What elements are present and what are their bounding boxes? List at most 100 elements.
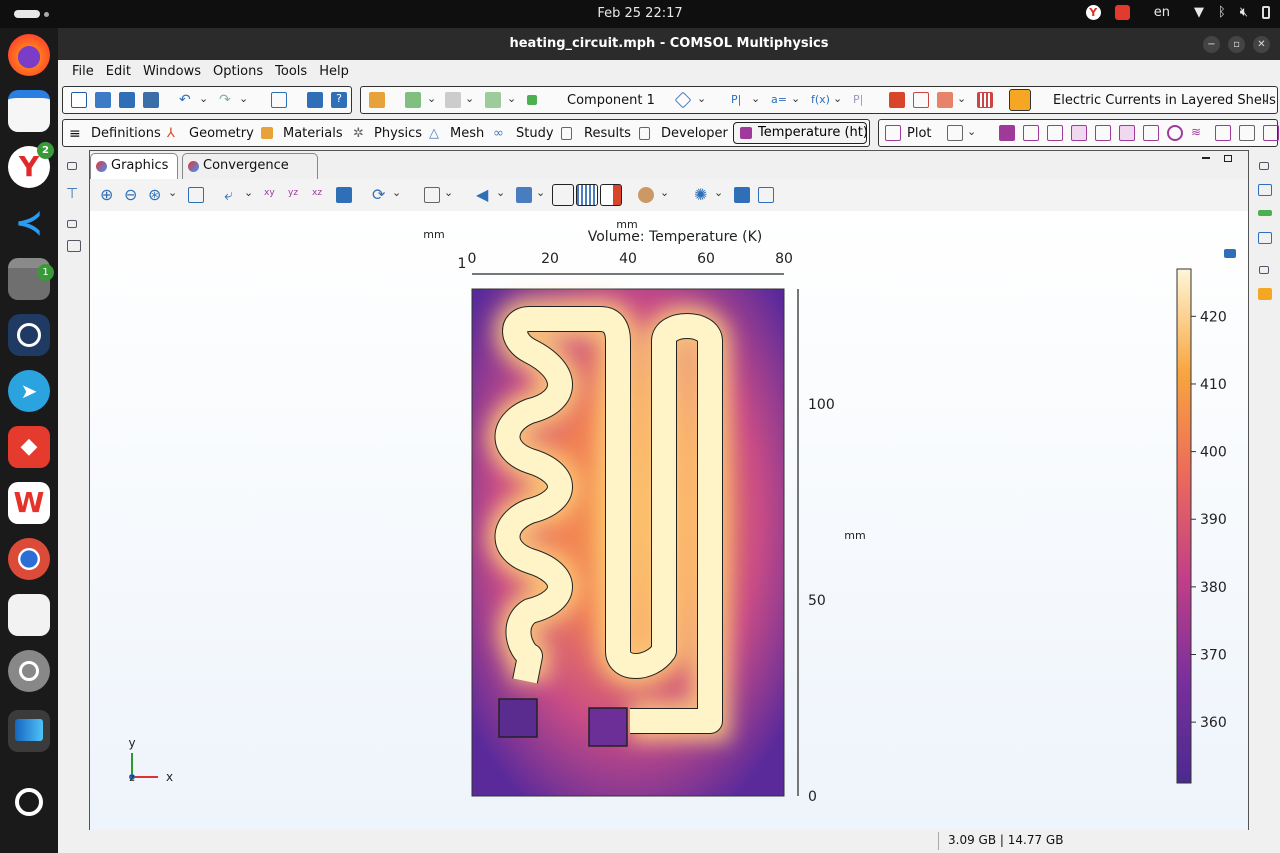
restore-pane-icon[interactable] — [67, 220, 77, 228]
volume-plot-icon[interactable] — [999, 125, 1015, 141]
reset-view-icon[interactable]: ✺ — [694, 185, 707, 204]
window-titlebar[interactable]: heating_circuit.mph - COMSOL Multiphysic… — [58, 28, 1280, 60]
save-icon[interactable] — [143, 92, 159, 108]
menu-help[interactable]: Help — [313, 64, 355, 79]
help-icon[interactable]: ? — [331, 92, 347, 108]
minimize-pane-icon[interactable] — [1202, 157, 1210, 159]
chevron-down-icon[interactable]: ⌄ — [239, 92, 248, 105]
chevron-down-icon[interactable]: ⌄ — [168, 186, 177, 199]
plot-icon[interactable] — [885, 125, 901, 141]
chevron-down-icon[interactable]: ⌄ — [199, 92, 208, 105]
wifi-icon[interactable]: ▼ — [1194, 5, 1204, 20]
settings-icon[interactable] — [8, 650, 50, 692]
chevron-down-icon[interactable]: ⌄ — [957, 92, 966, 105]
tab-temperature-ht[interactable]: Temperature (ht) — [733, 122, 868, 144]
component-selector[interactable]: Component 1 — [567, 93, 655, 108]
telegram-icon[interactable]: ➤ — [8, 370, 50, 412]
variables-icon[interactable]: a= — [771, 93, 787, 106]
restore-pane-icon[interactable] — [1259, 162, 1269, 170]
wps-office-icon[interactable]: W — [8, 482, 50, 524]
anydesk-icon[interactable]: ◆ — [8, 426, 50, 468]
arrow-volume-icon[interactable] — [1095, 125, 1111, 141]
new-file-icon[interactable] — [71, 92, 87, 108]
chevron-down-icon[interactable]: ⌄ — [536, 186, 545, 199]
menu-options[interactable]: Options — [207, 64, 269, 79]
progress-icon[interactable] — [1258, 210, 1272, 216]
mesh-icon[interactable] — [937, 92, 953, 108]
menu-windows[interactable]: Windows — [137, 64, 207, 79]
chevron-down-icon[interactable]: ⌄ — [697, 92, 706, 105]
tab-study[interactable]: Study — [516, 126, 554, 141]
zoom-out-icon[interactable]: ⊖ — [124, 185, 137, 204]
add-material-icon[interactable] — [1258, 288, 1272, 300]
maximize-button[interactable]: ▫ — [1228, 36, 1245, 53]
tab-definitions[interactable]: Definitions — [91, 126, 161, 141]
colorbar[interactable] — [1176, 268, 1192, 784]
chevron-down-icon[interactable]: ⌄ — [967, 125, 976, 138]
clock-app-icon[interactable] — [8, 314, 50, 356]
menu-edit[interactable]: Edit — [100, 64, 137, 79]
contour-icon[interactable] — [1143, 125, 1159, 141]
zoom-in-icon[interactable]: ⊕ — [100, 185, 113, 204]
light-icon[interactable]: ◀ — [476, 185, 488, 204]
graphics-canvas[interactable]: mm mm Volume: Temperature (K) mm 1 0 20 40 6… — [90, 211, 1248, 830]
add-component-icon[interactable] — [405, 92, 421, 108]
view-axes-icon[interactable]: ⤶ — [224, 185, 233, 205]
chevron-down-icon[interactable]: ⌄ — [465, 92, 474, 105]
rotate-icon[interactable]: ⟳ — [372, 185, 385, 204]
surface-plot-icon[interactable] — [1047, 125, 1063, 141]
geometry-icon[interactable] — [674, 91, 692, 109]
volume-muted-icon[interactable]: 🔇︎ — [1240, 5, 1248, 20]
restore-pane-icon[interactable] — [1259, 266, 1269, 274]
image-export-icon[interactable] — [1239, 125, 1255, 141]
application-builder-icon[interactable] — [369, 92, 385, 108]
minimize-button[interactable]: − — [1203, 36, 1220, 53]
tab-mesh[interactable]: Mesh — [450, 126, 484, 141]
chevron-down-icon[interactable]: ⌄ — [833, 92, 842, 105]
print-icon[interactable] — [758, 187, 774, 203]
tab-results[interactable]: Results — [584, 126, 631, 141]
settings-pane-icon[interactable] — [67, 240, 81, 252]
tab-physics[interactable]: Physics — [374, 126, 422, 141]
menu-tools[interactable]: Tools — [269, 64, 313, 79]
isosurface-icon[interactable] — [1071, 125, 1087, 141]
text-editor-icon[interactable] — [8, 90, 50, 132]
view-3d-icon[interactable] — [336, 187, 352, 203]
functions-icon[interactable]: f(x) — [811, 93, 830, 106]
book-icon[interactable] — [307, 92, 323, 108]
tab-materials[interactable]: Materials — [283, 126, 343, 141]
firefox-icon[interactable] — [8, 34, 50, 76]
messages-icon[interactable] — [1258, 184, 1272, 196]
scene-icon[interactable] — [1224, 249, 1236, 258]
language-indicator[interactable]: en — [1154, 5, 1170, 20]
parameters-icon[interactable]: P| — [731, 93, 741, 106]
undo-icon[interactable]: ↶ — [179, 92, 195, 108]
streamline-icon[interactable] — [1119, 125, 1135, 141]
add-physics-icon[interactable] — [445, 92, 461, 108]
window-icon[interactable] — [271, 92, 287, 108]
restore-pane-icon[interactable] — [67, 162, 77, 170]
legend-toggle-icon[interactable] — [600, 184, 622, 206]
anydesk-tray-icon[interactable] — [1114, 5, 1130, 20]
maximize-pane-icon[interactable] — [1224, 155, 1232, 162]
chevron-down-icon[interactable]: ⌄ — [660, 186, 669, 199]
particle-icon[interactable] — [1167, 125, 1183, 141]
chevron-down-icon[interactable]: ⌄ — [714, 186, 723, 199]
parameter-case-icon[interactable]: P| — [853, 93, 863, 106]
physics-interface-selector[interactable]: Electric Currents in Layered Shells — [1053, 93, 1276, 108]
zoom-extents-icon[interactable] — [188, 187, 204, 203]
plot-button[interactable]: Plot — [907, 126, 932, 141]
files-icon[interactable]: 1 — [8, 258, 54, 300]
temperature-plot[interactable]: mm mm Volume: Temperature (K) mm 1 0 20 40 6… — [90, 211, 1248, 830]
yandex-browser-icon[interactable]: Y2 — [8, 142, 54, 188]
tab-convergence-plot[interactable]: Convergence Plot 1 — [182, 153, 318, 197]
comment-icon[interactable] — [1263, 125, 1279, 141]
results-table-icon[interactable] — [977, 92, 993, 108]
scene-light-icon[interactable] — [638, 187, 654, 203]
ribbon-menu-icon[interactable]: ≡ — [69, 126, 81, 142]
view-xz-icon[interactable]: xz — [312, 188, 322, 198]
menu-file[interactable]: File — [66, 64, 100, 79]
transparency-icon[interactable] — [516, 187, 532, 203]
zoom-box-icon[interactable]: ⊛ — [148, 185, 161, 204]
battery-icon[interactable] — [1262, 6, 1270, 19]
